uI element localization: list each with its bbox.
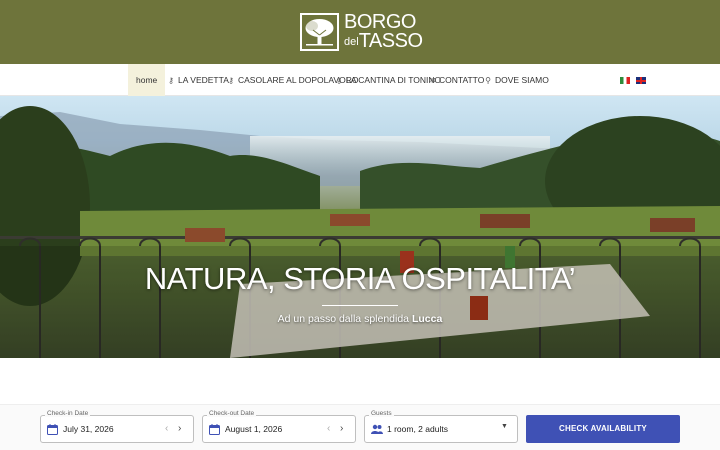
chevron-right-icon[interactable]: › — [178, 423, 181, 434]
checkout-date-field[interactable]: Check-out Date August 1, 2026 ‹ › — [202, 410, 356, 443]
nav-item-la-vedetta[interactable]: ⚷ LA VEDETTA — [167, 64, 229, 96]
nav-item-label: LA VEDETTA — [178, 75, 229, 85]
check-availability-button[interactable]: CHECK AVAILABILITY — [526, 415, 680, 443]
nav-item-label: DOVE SIAMO — [495, 75, 549, 85]
key-icon: ⚷ — [336, 76, 342, 85]
nav-item-cantina[interactable]: ⚷ LA CANTINA DI TONINO — [335, 64, 441, 96]
logo-text-borgo: BORGO — [344, 11, 416, 33]
key-icon: ⚷ — [228, 76, 234, 85]
nav-item-label: home — [136, 75, 158, 85]
main-nav: home ⚷ LA VEDETTA ⚷ CASOLARE AL DOPOLAVORO… — [0, 64, 720, 96]
logo-text-del-tasso: delTASSO — [344, 31, 423, 53]
hero-title: NATURA, STORIA OSPITALITA’ — [144, 261, 576, 296]
envelope-icon: ✉ — [428, 76, 436, 85]
site-header: BORGO delTASSO — [0, 0, 720, 64]
logo-text-tasso: TASSO — [358, 30, 423, 52]
logo-text-del: del — [344, 36, 359, 48]
key-icon: ⚷ — [168, 76, 174, 85]
guests-label: Guests — [369, 410, 394, 417]
booking-bar: Check-in Date July 31, 2026 ‹ › Check-ou… — [0, 404, 720, 450]
nav-item-contatto[interactable]: ✉ CONTATTO — [428, 64, 485, 96]
nav-item-dove-siamo[interactable]: ⚲ DOVE SIAMO — [484, 64, 549, 96]
calendar-icon — [47, 424, 58, 435]
hero-subtitle: Ad un passo dalla splendida Lucca — [0, 313, 720, 325]
map-pin-icon: ⚲ — [485, 76, 491, 85]
checkin-label: Check-in Date — [45, 410, 91, 417]
hero-subtitle-text: Ad un passo dalla splendida — [277, 313, 410, 325]
hero-banner: NATURA, STORIA OSPITALITA’ Ad un passo d… — [0, 96, 720, 358]
hero-subtitle-city: Lucca — [411, 313, 443, 325]
checkin-value: July 31, 2026 — [63, 424, 114, 434]
chevron-left-icon[interactable]: ‹ — [165, 423, 168, 434]
caret-down-icon: ▼ — [501, 423, 508, 430]
checkout-label: Check-out Date — [207, 410, 257, 417]
guests-value: 1 room, 2 adults — [387, 424, 448, 434]
chevron-right-icon[interactable]: › — [340, 423, 343, 434]
checkin-date-field[interactable]: Check-in Date July 31, 2026 ‹ › — [40, 410, 194, 443]
people-icon — [371, 424, 383, 434]
nav-item-home[interactable]: home — [128, 64, 166, 96]
hero-divider — [322, 305, 398, 306]
nav-item-label: CONTATTO — [439, 75, 485, 85]
calendar-icon — [209, 424, 220, 435]
guests-select[interactable]: Guests 1 room, 2 adults ▼ — [364, 410, 518, 443]
en-flag-icon[interactable] — [636, 77, 646, 84]
chevron-left-icon[interactable]: ‹ — [327, 423, 330, 434]
tree-icon — [300, 13, 339, 51]
site-logo[interactable]: BORGO delTASSO — [300, 11, 423, 53]
it-flag-icon[interactable] — [620, 77, 630, 84]
checkout-value: August 1, 2026 — [225, 424, 283, 434]
nav-item-label: LA CANTINA DI TONINO — [346, 75, 442, 85]
